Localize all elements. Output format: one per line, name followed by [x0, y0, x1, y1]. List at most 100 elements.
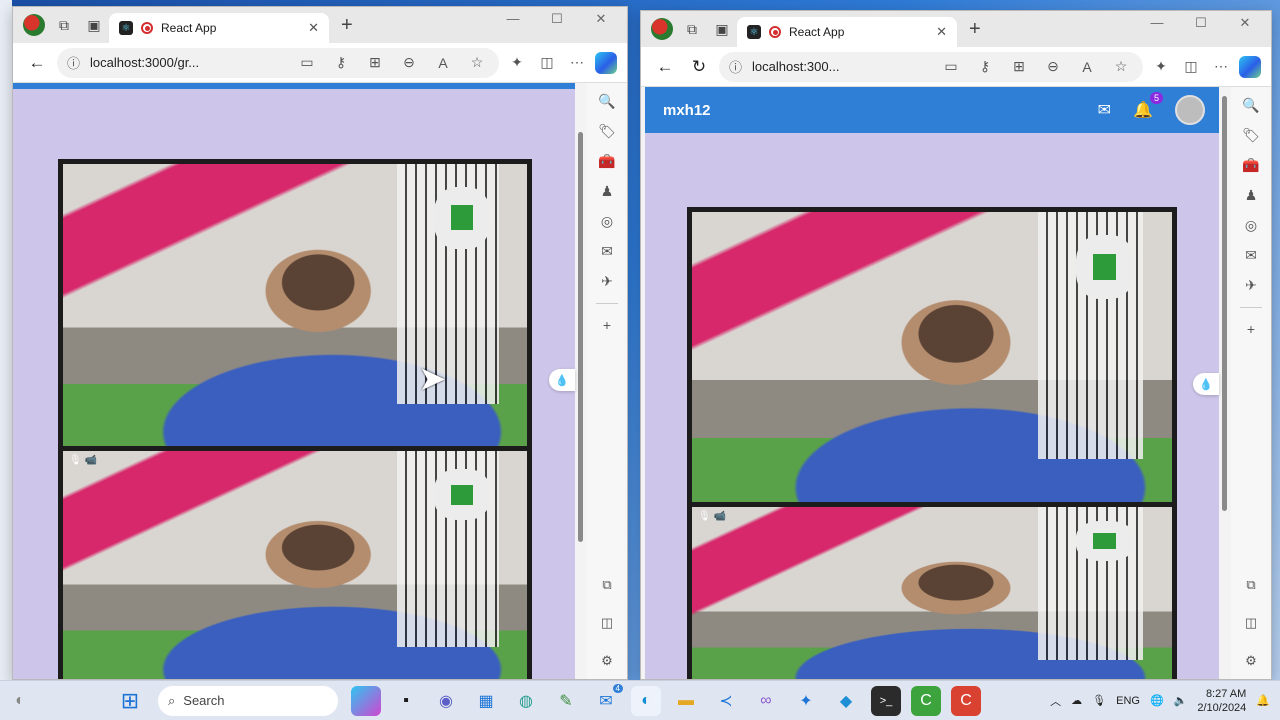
sidebar-drop-icon[interactable]: ✈: [601, 273, 613, 290]
mail-taskbar-icon[interactable]: ✉ 4: [591, 683, 623, 716]
more-menu-icon[interactable]: ⋯: [1209, 58, 1233, 75]
sidebar-m365-icon[interactable]: ◎: [1245, 217, 1257, 234]
split-screen-icon[interactable]: ◫: [535, 54, 559, 71]
site-info-icon[interactable]: ⓘ: [67, 53, 80, 72]
sidebar-m365-icon[interactable]: ◎: [601, 213, 613, 230]
notification-center-icon[interactable]: 🔔: [1256, 694, 1270, 707]
close-tab-icon[interactable]: ✕: [308, 20, 319, 36]
site-info-icon[interactable]: ⓘ: [729, 57, 742, 76]
tray-chevron-icon[interactable]: ︿: [1050, 693, 1061, 709]
close-window-button[interactable]: ✕: [1223, 15, 1267, 31]
azure-data-studio-icon[interactable]: ✦: [791, 686, 821, 716]
workspaces-icon[interactable]: ⧉: [677, 14, 707, 44]
user-avatar[interactable]: [1175, 95, 1205, 125]
screenshot-icon[interactable]: ⧉: [1246, 577, 1255, 593]
sidebar-shopping-icon[interactable]: 🏷: [598, 123, 616, 140]
close-tab-icon[interactable]: ✕: [936, 24, 947, 40]
recorder-icon[interactable]: C: [951, 685, 981, 716]
sidebar-add-icon[interactable]: +: [1247, 321, 1255, 337]
clock[interactable]: 8:27 AM 2/10/2024: [1197, 687, 1246, 715]
tab-react-app[interactable]: ⚛ React App ✕: [737, 17, 957, 47]
app-brand[interactable]: mxh12: [663, 102, 1076, 119]
address-bar[interactable]: ⓘ localhost:300... ▭ ⚷ ⊞ ⊖ A ☆: [719, 51, 1143, 82]
microphone-icon[interactable]: 🎙: [1092, 694, 1106, 707]
hide-sidebar-icon[interactable]: ◫: [601, 615, 613, 631]
maximize-button[interactable]: ☐: [1179, 15, 1223, 31]
scrollbar[interactable]: [575, 87, 585, 675]
task-view-icon[interactable]: ▪: [391, 686, 421, 716]
key-icon[interactable]: ⚷: [973, 58, 997, 75]
tab-actions-icon[interactable]: ▣: [707, 14, 737, 44]
copilot-icon[interactable]: [595, 51, 617, 74]
back-button[interactable]: ←: [651, 53, 679, 81]
volume-icon[interactable]: 🔈: [1174, 694, 1188, 707]
zoom-icon[interactable]: ⊖: [397, 54, 421, 71]
workspaces-icon[interactable]: ⧉: [49, 10, 79, 40]
new-tab-button[interactable]: +: [341, 14, 353, 37]
extensions-icon[interactable]: ✦: [1149, 58, 1173, 75]
split-screen-icon[interactable]: ◫: [1179, 58, 1203, 75]
copilot-taskbar-icon[interactable]: [351, 685, 381, 716]
sidebar-search-icon[interactable]: 🔍: [1242, 97, 1259, 114]
profile-avatar-icon[interactable]: [647, 14, 677, 44]
tab-react-app[interactable]: ⚛ React App ✕: [109, 13, 329, 43]
edge-dev-icon[interactable]: ◍: [511, 686, 541, 716]
sidebar-outlook-icon[interactable]: ✉: [1245, 247, 1257, 264]
edge-drop-icon[interactable]: 💧: [549, 369, 575, 391]
new-tab-button[interactable]: +: [969, 18, 981, 41]
sidebar-tools-icon[interactable]: 🧰: [598, 153, 615, 170]
widgets-icon[interactable]: ◐: [5, 686, 35, 716]
tab-actions-icon[interactable]: ▣: [79, 10, 109, 40]
sidebar-games-icon[interactable]: ♟: [601, 183, 614, 200]
settings-gear-icon[interactable]: ⚙: [1245, 653, 1257, 669]
language-indicator[interactable]: ENG: [1116, 695, 1140, 707]
maximize-button[interactable]: ☐: [535, 11, 579, 27]
url-text[interactable]: localhost:300...: [752, 59, 929, 74]
taskbar-search[interactable]: ⌕ Search: [158, 685, 338, 716]
browser-window-left[interactable]: ⧉ ▣ ⚛ React App ✕ + — ☐ ✕ ← ⓘ localhost:…: [12, 6, 628, 680]
address-bar[interactable]: ⓘ localhost:3000/gr... ▭ ⚷ ⊞ ⊖ A ☆: [57, 47, 499, 78]
edge-taskbar-icon[interactable]: ◐: [631, 685, 661, 716]
docker-icon[interactable]: ◆: [831, 686, 861, 716]
network-icon[interactable]: 🌐: [1150, 694, 1164, 707]
sidebar-search-icon[interactable]: 🔍: [598, 93, 615, 110]
zoom-icon[interactable]: ⊖: [1041, 58, 1065, 75]
scrollbar-thumb[interactable]: [1222, 96, 1227, 511]
copilot-icon[interactable]: [1239, 55, 1261, 78]
visual-studio-icon[interactable]: ∞: [751, 686, 781, 716]
notepad-icon[interactable]: ✎: [551, 686, 581, 716]
mail-icon[interactable]: ✉: [1098, 100, 1111, 120]
key-icon[interactable]: ⚷: [329, 54, 353, 71]
vscode-icon[interactable]: ≺: [711, 686, 741, 716]
apps-icon[interactable]: ⊞: [363, 54, 387, 71]
reload-button[interactable]: ↻: [685, 53, 713, 81]
more-menu-icon[interactable]: ⋯: [565, 54, 589, 71]
settings-gear-icon[interactable]: ⚙: [601, 653, 613, 669]
minimize-button[interactable]: —: [491, 11, 535, 27]
start-button-icon[interactable]: ⊞: [115, 686, 145, 716]
scrollbar[interactable]: [1219, 91, 1229, 675]
browser-window-right[interactable]: ⧉ ▣ ⚛ React App ✕ + — ☐ ✕ ← ↻ ⓘ localhos…: [640, 10, 1272, 680]
apps-icon[interactable]: ⊞: [1007, 58, 1031, 75]
sidebar-drop-icon[interactable]: ✈: [1245, 277, 1257, 294]
screenshot-icon[interactable]: ⧉: [602, 577, 611, 593]
read-aloud-icon[interactable]: A: [431, 55, 455, 71]
teams-chat-icon[interactable]: ◉: [431, 686, 461, 716]
scrollbar-thumb[interactable]: [578, 132, 583, 542]
hide-sidebar-icon[interactable]: ◫: [1245, 615, 1257, 631]
extensions-icon[interactable]: ✦: [505, 54, 529, 71]
sidebar-games-icon[interactable]: ♟: [1245, 187, 1258, 204]
file-explorer-icon[interactable]: ▬: [671, 686, 701, 716]
onedrive-icon[interactable]: ☁: [1071, 694, 1082, 707]
store-icon[interactable]: ▦: [471, 686, 501, 716]
sidebar-add-icon[interactable]: +: [603, 317, 611, 333]
sidebar-shopping-icon[interactable]: 🏷: [1242, 127, 1260, 144]
notifications-bell-icon[interactable]: 🔔 5: [1133, 92, 1163, 120]
profile-avatar-icon[interactable]: [19, 10, 49, 40]
close-window-button[interactable]: ✕: [579, 11, 623, 27]
minimize-button[interactable]: —: [1135, 15, 1179, 31]
camera-icon[interactable]: ▭: [939, 58, 963, 75]
camera-icon[interactable]: ▭: [295, 54, 319, 71]
sidebar-tools-icon[interactable]: 🧰: [1242, 157, 1259, 174]
url-text[interactable]: localhost:3000/gr...: [90, 55, 285, 70]
